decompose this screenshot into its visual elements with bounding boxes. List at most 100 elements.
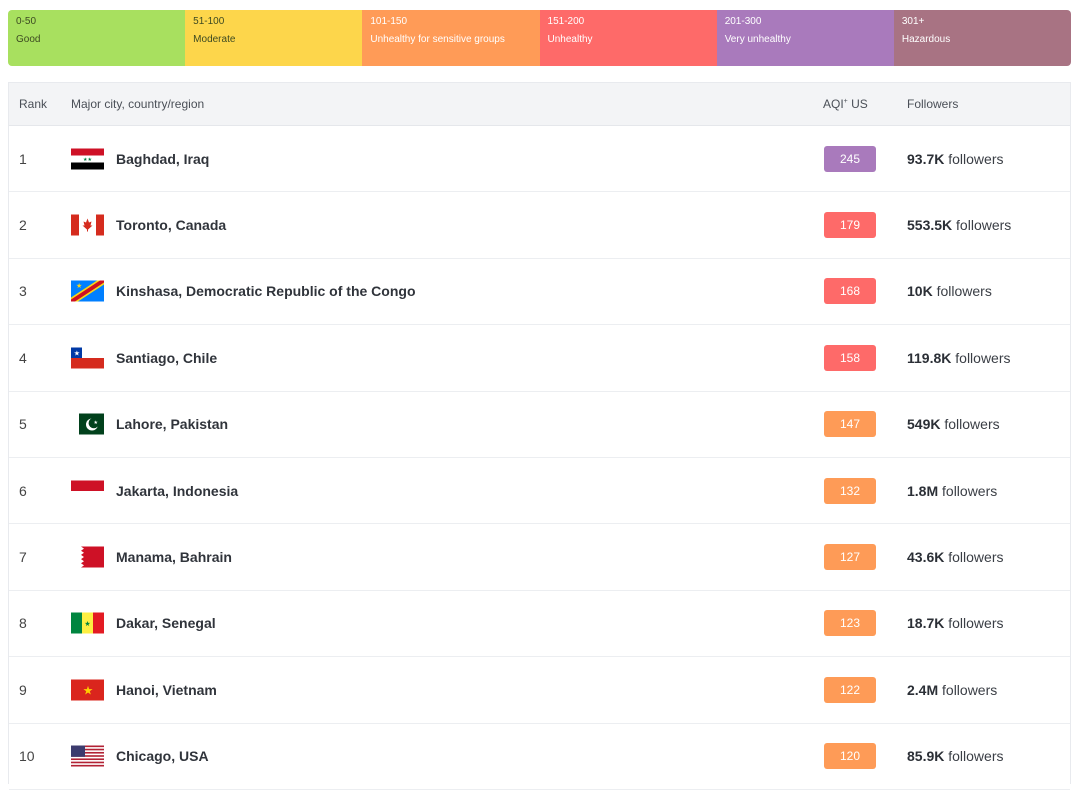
table-row[interactable]: 8 ★ Dakar, Senegal 123 18.7K followers — [9, 591, 1070, 658]
rank-cell: 7 — [19, 549, 27, 566]
aqi-badge: 122 — [824, 676, 876, 703]
legend-unhealthy: 151-200 Unhealthy — [539, 10, 717, 66]
legend-moderate: 51-100 Moderate — [185, 10, 363, 66]
svg-text:★: ★ — [83, 683, 94, 697]
indonesia-flag-icon — [71, 480, 104, 502]
header-aqi-unit: US — [847, 97, 868, 111]
svg-text:★: ★ — [84, 620, 90, 628]
followers-count: 553.5K followers — [907, 217, 1011, 233]
followers-word: followers — [948, 615, 1004, 632]
city-link[interactable]: Dakar, Senegal — [116, 615, 216, 631]
followers-word: followers — [955, 349, 1011, 366]
bahrain-flag-icon — [71, 546, 104, 568]
legend-range: 151-200 — [547, 16, 585, 27]
svg-text:★: ★ — [76, 282, 82, 290]
rank-cell: 8 — [19, 615, 27, 632]
canada-flag-icon — [71, 214, 104, 236]
legend-unhealthy-sensitive: 101-150 Unhealthy for sensitive groups — [362, 10, 540, 66]
aqi-badge: 245 — [824, 145, 876, 172]
city-link[interactable]: Baghdad, Iraq — [116, 151, 209, 167]
legend-range: 0-50 — [16, 16, 37, 27]
legend-label: Moderate — [193, 34, 236, 45]
rank-cell: 5 — [19, 416, 27, 433]
header-aqi-label: AQI — [823, 97, 844, 111]
usa-flag-icon — [71, 745, 104, 767]
followers-count: 93.7K followers — [907, 151, 1004, 167]
followers-count: 18.7K followers — [907, 615, 1004, 631]
header-rank[interactable]: Rank — [19, 97, 47, 111]
svg-text:★★: ★★ — [83, 157, 92, 163]
city-link[interactable]: Jakarta, Indonesia — [116, 483, 238, 499]
followers-word: followers — [936, 283, 992, 300]
followers-value: 1.8M — [907, 482, 939, 499]
aqi-legend: 0-50 Good 51-100 Moderate 101-150 Unheal… — [8, 10, 1071, 66]
legend-label: Hazardous — [901, 34, 951, 45]
rank-cell: 4 — [19, 349, 27, 366]
followers-value: 10K — [907, 283, 933, 300]
aqi-badge: 120 — [824, 743, 876, 770]
followers-word: followers — [956, 217, 1012, 234]
table-row[interactable]: 9 ★ Hanoi, Vietnam 122 2.4M followers — [9, 657, 1070, 724]
pakistan-flag-icon: ★ — [71, 413, 104, 435]
svg-text:★: ★ — [74, 349, 80, 357]
legend-range: 201-300 — [724, 16, 762, 27]
legend-label: Very unhealthy — [724, 34, 791, 45]
table-row[interactable]: 1 ★★ Baghdad, Iraq 245 93.7K followers — [9, 126, 1070, 193]
aqi-badge: 179 — [824, 212, 876, 239]
table-row[interactable]: 5 ★ Lahore, Pakistan 147 549K followers — [9, 392, 1070, 458]
followers-count: 119.8K followers — [907, 350, 1011, 366]
iraq-flag-icon: ★★ — [71, 148, 104, 170]
table-row[interactable]: 10 Chicago, USA 120 85.9K followers — [9, 724, 1070, 790]
city-link[interactable]: Lahore, Pakistan — [116, 416, 228, 432]
legend-label: Unhealthy for sensitive groups — [370, 34, 505, 45]
followers-value: 549K — [907, 416, 941, 433]
table-header: Rank Major city, country/region AQI+ US … — [9, 83, 1070, 126]
followers-count: 2.4M followers — [907, 682, 997, 698]
followers-count: 43.6K followers — [907, 549, 1004, 565]
city-link[interactable]: Hanoi, Vietnam — [116, 682, 217, 698]
legend-range: 301+ — [901, 16, 925, 27]
rank-cell: 10 — [19, 748, 35, 765]
legend-very-unhealthy: 201-300 Very unhealthy — [716, 10, 894, 66]
city-link[interactable]: Manama, Bahrain — [116, 549, 232, 565]
followers-word: followers — [948, 748, 1004, 765]
table-row[interactable]: 2 Toronto, Canada 179 553.5K followers — [9, 192, 1070, 259]
table-row[interactable]: 3 ★ Kinshasa, Democratic Republic of the… — [9, 259, 1070, 326]
followers-word: followers — [948, 150, 1004, 167]
aqi-badge: 158 — [824, 344, 876, 371]
chile-flag-icon: ★ — [71, 347, 104, 369]
dr-congo-flag-icon: ★ — [71, 280, 104, 302]
table-row[interactable]: 6 Jakarta, Indonesia 132 1.8M followers — [9, 458, 1070, 525]
city-link[interactable]: Santiago, Chile — [116, 350, 217, 366]
city-link[interactable]: Kinshasa, Democratic Republic of the Con… — [116, 283, 416, 299]
legend-label: Good — [16, 34, 41, 45]
senegal-flag-icon: ★ — [71, 612, 104, 634]
aqi-badge: 123 — [824, 610, 876, 637]
followers-value: 2.4M — [907, 681, 939, 698]
followers-word: followers — [948, 549, 1004, 566]
followers-count: 85.9K followers — [907, 748, 1004, 764]
followers-count: 549K followers — [907, 416, 1000, 432]
city-ranking-table: Rank Major city, country/region AQI+ US … — [8, 82, 1071, 790]
city-link[interactable]: Toronto, Canada — [116, 217, 226, 233]
legend-label: Unhealthy — [547, 34, 593, 45]
table-row[interactable]: 4 ★ Santiago, Chile 158 119.8K followers — [9, 325, 1070, 392]
followers-word: followers — [944, 416, 1000, 433]
header-followers[interactable]: Followers — [907, 97, 958, 111]
city-link[interactable]: Chicago, USA — [116, 748, 209, 764]
rank-cell: 3 — [19, 283, 27, 300]
followers-count: 1.8M followers — [907, 483, 997, 499]
table-row[interactable]: 7 Manama, Bahrain 127 43.6K followers — [9, 524, 1070, 591]
rank-cell: 9 — [19, 681, 27, 698]
followers-word: followers — [942, 681, 998, 698]
aqi-badge: 147 — [824, 411, 876, 438]
followers-value: 119.8K — [907, 349, 952, 366]
followers-value: 18.7K — [907, 615, 945, 632]
legend-range: 101-150 — [370, 16, 408, 27]
rank-cell: 2 — [19, 217, 27, 234]
header-city[interactable]: Major city, country/region — [71, 97, 204, 111]
aqi-badge: 127 — [824, 544, 876, 571]
vietnam-flag-icon: ★ — [71, 679, 104, 701]
header-aqi[interactable]: AQI+ US — [823, 97, 868, 111]
legend-hazardous: 301+ Hazardous — [893, 10, 1071, 66]
